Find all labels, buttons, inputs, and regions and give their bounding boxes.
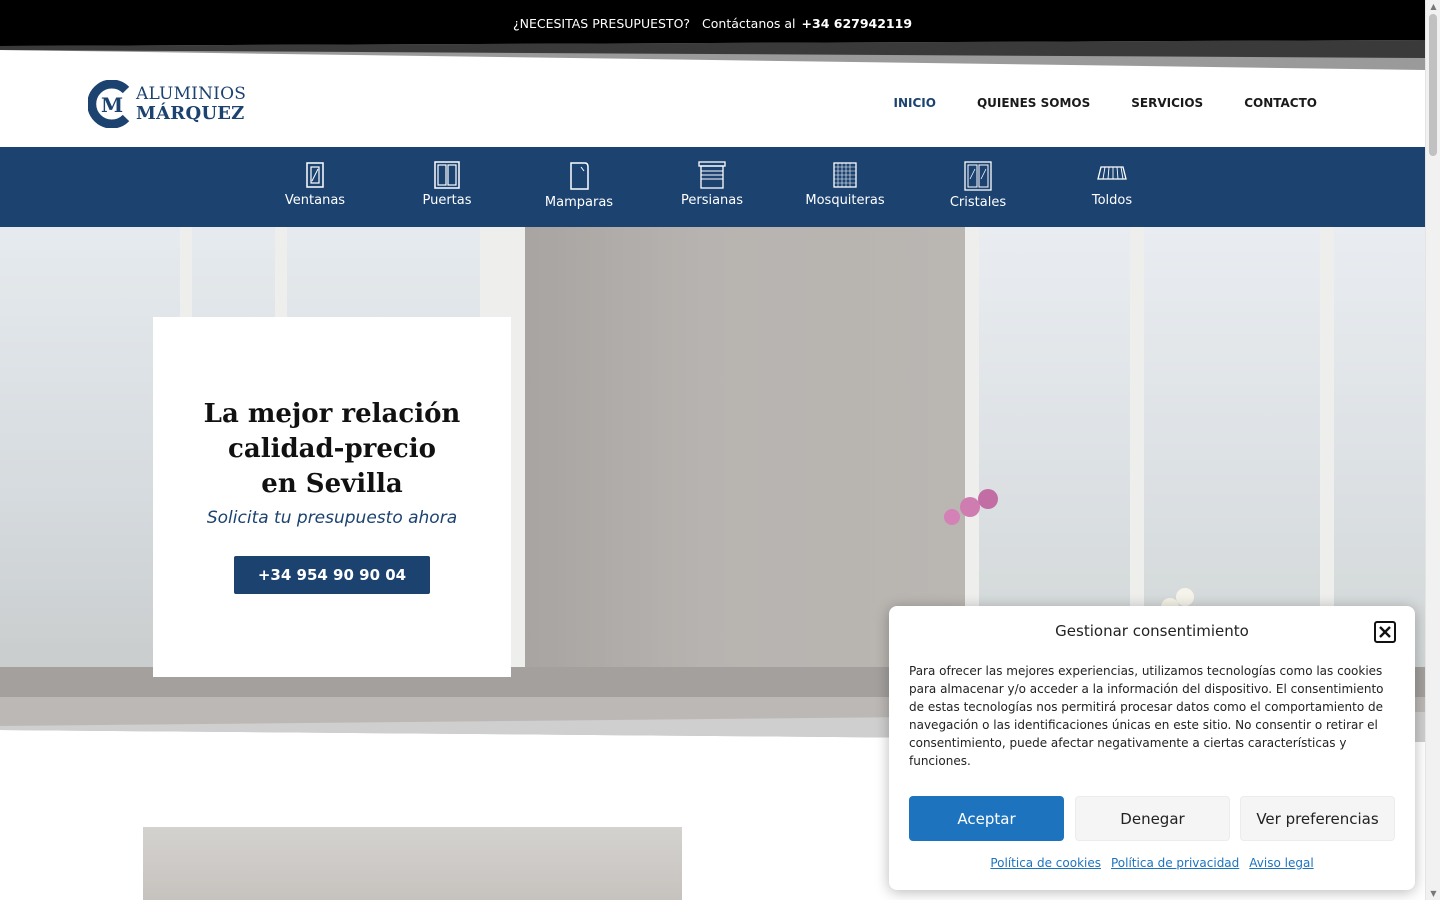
hero-title-line: La mejor relación — [203, 399, 461, 429]
privacy-policy-link[interactable]: Política de privacidad — [1111, 856, 1239, 870]
nav-quienes-somos[interactable]: QUIENES SOMOS — [977, 96, 1090, 110]
page: ¿NECESITAS PRESUPUESTO? Contáctanos al +… — [0, 0, 1440, 900]
scrollbar-thumb[interactable] — [1429, 14, 1437, 156]
cookie-policy-link[interactable]: Política de cookies — [990, 856, 1101, 870]
hero-phone-button[interactable]: +34 954 90 90 04 — [233, 556, 431, 594]
section-image — [143, 827, 682, 900]
nav-inicio[interactable]: INICIO — [894, 96, 936, 110]
cookie-dialog-title: Gestionar consentimiento — [1055, 622, 1249, 640]
category-label: Mamparas — [544, 195, 614, 210]
hero-title: La mejor relación calidad-precio en Sevi… — [153, 397, 511, 502]
category-label: Puertas — [422, 193, 472, 208]
category-label: Ventanas — [284, 193, 346, 208]
close-button[interactable] — [1374, 621, 1396, 643]
category-mamparas[interactable]: Mamparas — [524, 161, 634, 210]
main-nav: INICIO QUIENES SOMOS SERVICIOS CONTACTO — [894, 96, 1318, 110]
category-cristales[interactable]: Cristales — [923, 161, 1033, 210]
category-label: Cristales — [949, 195, 1007, 210]
nav-servicios[interactable]: SERVICIOS — [1131, 96, 1203, 110]
page-scrollbar[interactable]: ▲ ▼ — [1425, 0, 1440, 900]
awning-icon — [1097, 166, 1127, 180]
glass-icon — [964, 161, 992, 191]
close-icon — [1379, 626, 1391, 638]
category-ventanas[interactable]: Ventanas — [260, 161, 370, 208]
logo-line-1: ALUMINIOS — [136, 84, 247, 104]
legal-notice-link[interactable]: Aviso legal — [1249, 856, 1313, 870]
window-icon — [306, 162, 324, 188]
nav-contacto[interactable]: CONTACTO — [1244, 96, 1317, 110]
deny-button[interactable]: Denegar — [1075, 796, 1230, 841]
category-bar: Ventanas Puertas Mamparas Persianas Mosq… — [0, 147, 1425, 227]
category-toldos[interactable]: Toldos — [1057, 161, 1167, 208]
scroll-up-icon[interactable]: ▲ — [1429, 2, 1438, 11]
logo-text: ALUMINIOS MÁRQUEZ — [136, 84, 247, 124]
category-label: Persianas — [680, 193, 744, 208]
category-label: Mosquiteras — [805, 193, 885, 208]
door-icon — [434, 161, 460, 189]
site-logo[interactable]: M ALUMINIOS MÁRQUEZ — [88, 80, 246, 128]
category-persianas[interactable]: Persianas — [657, 161, 767, 208]
hero-card: La mejor relación calidad-precio en Sevi… — [153, 317, 511, 677]
logo-mark-letter: M — [101, 93, 123, 117]
cookie-dialog-text: Para ofrecer las mejores experiencias, u… — [909, 664, 1384, 768]
cookie-links: Política de cookies Política de privacid… — [889, 856, 1415, 870]
logo-line-2: MÁRQUEZ — [136, 103, 245, 124]
category-puertas[interactable]: Puertas — [392, 161, 502, 208]
accept-button[interactable]: Aceptar — [909, 796, 1064, 841]
hero-title-line: en Sevilla — [261, 469, 403, 499]
blind-icon — [698, 161, 726, 189]
site-header: M ALUMINIOS MÁRQUEZ INICIO QUIENES SOMOS… — [0, 50, 1425, 147]
contact-prefix: Contáctanos al — [702, 15, 796, 31]
quote-question: ¿NECESITAS PRESUPUESTO? — [512, 15, 691, 31]
category-mosquiteras[interactable]: Mosquiteras — [790, 161, 900, 208]
hero-title-line: calidad-precio — [228, 434, 436, 464]
mosquito-net-icon — [833, 162, 857, 188]
preferences-button[interactable]: Ver preferencias — [1240, 796, 1395, 841]
cookie-consent-dialog: Gestionar consentimiento Para ofrecer la… — [889, 606, 1415, 890]
topbar-phone[interactable]: +34 627942119 — [802, 16, 913, 31]
hero-subtitle: Solicita tu presupuesto ahora — [206, 508, 458, 528]
scroll-down-icon[interactable]: ▼ — [1429, 889, 1438, 898]
category-label: Toldos — [1091, 193, 1133, 208]
shower-screen-icon — [570, 162, 589, 190]
logo-mark-icon: M — [88, 80, 130, 128]
